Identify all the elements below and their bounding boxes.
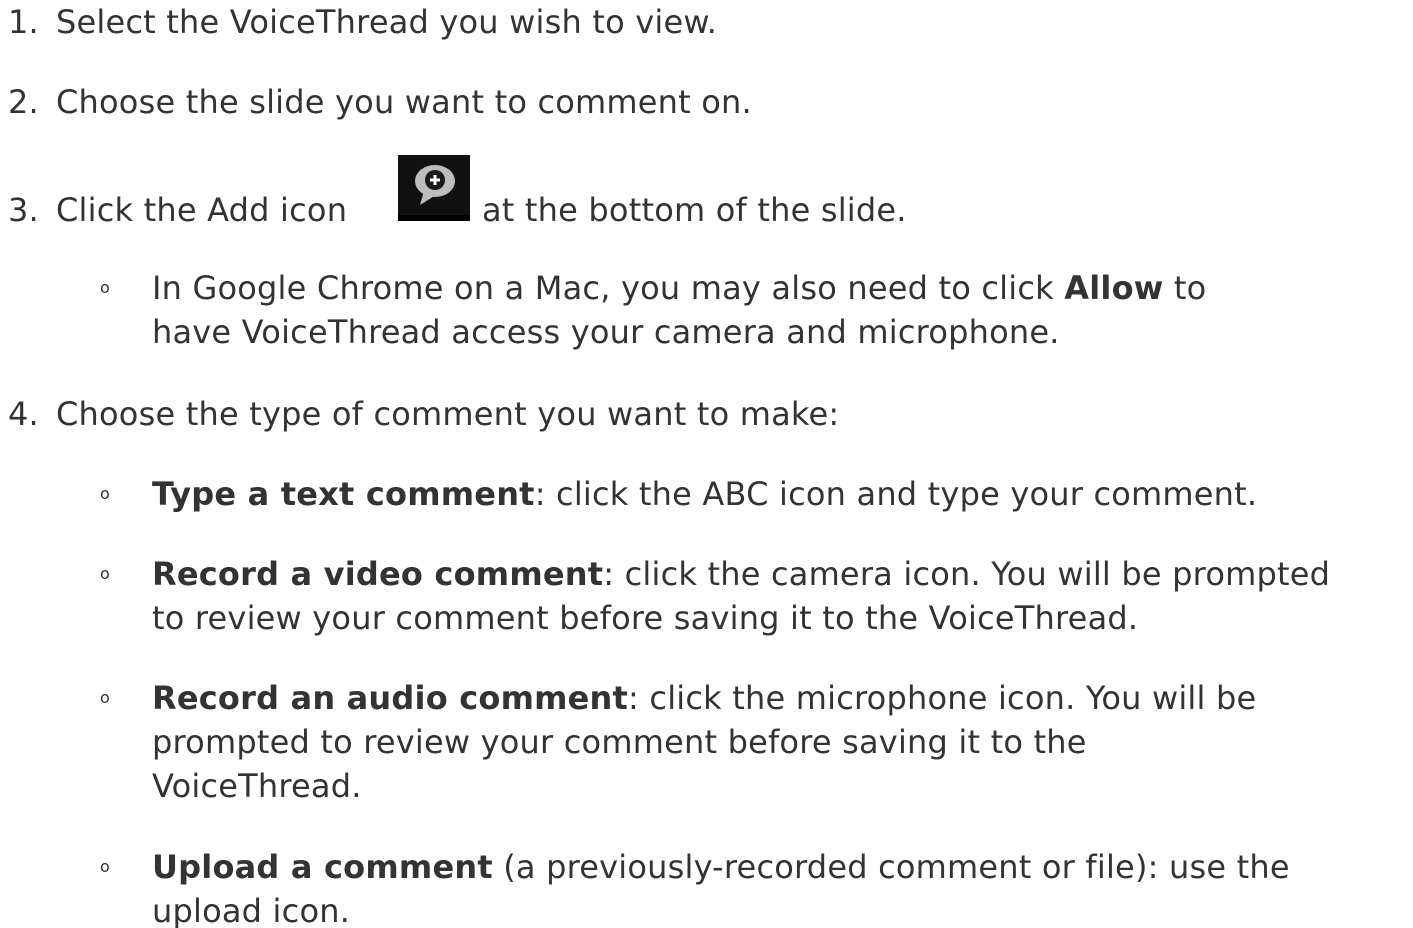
allow-label: Allow [1064, 269, 1164, 307]
bullet: o [100, 484, 110, 503]
comment-type-body: Type a text comment: click the ABC icon … [152, 472, 1257, 516]
step-text-after-icon: at the bottom of the slide. [482, 191, 907, 229]
comment-type-label: Record a video comment [152, 555, 604, 593]
step-number: 4. [8, 395, 39, 433]
comment-type-line-3: VoiceThread. [152, 767, 362, 805]
step-1: 1. Select the VoiceThread you wish to vie… [8, 0, 717, 44]
comment-type-body: Record a video comment: click the camera… [152, 552, 1330, 640]
comment-type-body: Record an audio comment: click the micro… [152, 676, 1256, 808]
step-4: 4. Choose the type of comment you want to… [8, 392, 839, 436]
comment-type-line-2: upload icon. [152, 892, 351, 928]
comment-type-line-2: prompted to review your comment before s… [152, 723, 1087, 761]
step-3-after-icon: at the bottom of the slide. [482, 188, 907, 232]
step-text: Choose the type of comment you want to m… [56, 395, 840, 433]
comment-type-label: Type a text comment [152, 475, 535, 513]
step-number: 3. [8, 191, 39, 229]
comment-type-desc: : click the ABC icon and type your comme… [534, 475, 1258, 513]
comment-type-line-1: Record an audio comment: click the micro… [152, 676, 1256, 720]
comment-type-desc: (a previously-recorded comment or file):… [492, 848, 1290, 886]
step-text: Select the VoiceThread you wish to view. [56, 3, 718, 41]
comment-type-desc: : click the microphone icon. You will be [628, 679, 1257, 717]
instructions-document: 1. Select the VoiceThread you wish to vie… [0, 0, 1413, 928]
note-line-2: have VoiceThread access your camera and … [152, 313, 1060, 351]
note-text: to [1173, 269, 1207, 307]
bullet: o [100, 278, 110, 297]
step-2: 2. Choose the slide you want to comment o… [8, 80, 752, 124]
add-comment-icon [398, 155, 470, 221]
comment-type-line-1: Upload a comment (a previously-recorded … [152, 845, 1290, 889]
bullet: o [100, 857, 110, 876]
speech-bubble-plus-icon [398, 155, 470, 221]
bullet: o [100, 564, 110, 583]
step-number: 1. [8, 3, 39, 41]
comment-type-body: Upload a comment (a previously-recorded … [152, 845, 1290, 928]
step-number: 2. [8, 83, 39, 121]
comment-type-label: Record an audio comment [152, 679, 629, 717]
step-text: Choose the slide you want to comment on. [56, 83, 752, 121]
comment-type-desc: : click the camera icon. You will be pro… [603, 555, 1331, 593]
step-text-before-icon: Click the Add icon [56, 191, 348, 229]
comment-type-label: Upload a comment [152, 848, 493, 886]
bullet: o [100, 688, 110, 707]
note-text: In Google Chrome on a Mac, you may also … [152, 269, 1054, 307]
comment-type-line-1: Type a text comment: click the ABC icon … [152, 472, 1257, 516]
step-3: 3. Click the Add icon [8, 188, 347, 232]
comment-type-line-2: to review your comment before saving it … [152, 599, 1139, 637]
note-body: In Google Chrome on a Mac, you may also … [152, 266, 1206, 354]
comment-type-line-1: Record a video comment: click the camera… [152, 552, 1330, 596]
note-line-1: In Google Chrome on a Mac, you may also … [152, 266, 1206, 310]
